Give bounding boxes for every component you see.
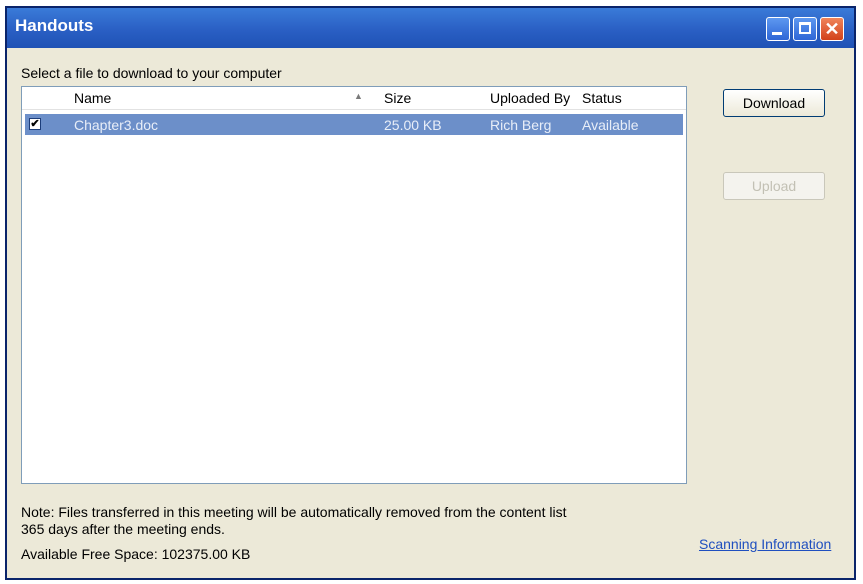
- handouts-window: Handouts ✕ Select a file to download to …: [5, 6, 856, 580]
- column-header-status[interactable]: Status: [582, 90, 622, 106]
- file-checkbox[interactable]: ✔: [29, 118, 41, 130]
- column-header-name[interactable]: Name: [74, 90, 111, 106]
- file-size: 25.00 KB: [384, 117, 442, 133]
- download-button[interactable]: Download: [723, 89, 825, 117]
- close-button[interactable]: ✕: [820, 17, 844, 41]
- file-list[interactable]: Name ▲ Size Uploaded By Status ✔ Chapter…: [21, 86, 687, 484]
- file-uploaded-by: Rich Berg: [490, 117, 552, 133]
- close-icon: ✕: [824, 19, 840, 39]
- free-space-text: Available Free Space: 102375.00 KB: [21, 546, 251, 562]
- instruction-text: Select a file to download to your comput…: [21, 65, 282, 81]
- retention-note: Note: Files transferred in this meeting …: [21, 504, 567, 537]
- checkmark-icon: ✔: [30, 118, 40, 130]
- maximize-button[interactable]: [793, 17, 817, 41]
- column-header-size[interactable]: Size: [384, 90, 411, 106]
- title-bar[interactable]: Handouts ✕: [7, 8, 854, 48]
- column-header-uploaded-by[interactable]: Uploaded By: [490, 90, 570, 106]
- window-title: Handouts: [15, 16, 94, 35]
- file-status: Available: [582, 117, 639, 133]
- scanning-information-link[interactable]: Scanning Information: [699, 536, 831, 552]
- minimize-icon: [772, 32, 782, 35]
- list-header: Name ▲ Size Uploaded By Status: [22, 87, 686, 110]
- minimize-button[interactable]: [766, 17, 790, 41]
- maximize-icon: [799, 22, 811, 34]
- upload-button[interactable]: Upload: [723, 172, 825, 200]
- file-name: Chapter3.doc: [74, 117, 159, 133]
- file-row[interactable]: ✔ Chapter3.doc 25.00 KB Rich Berg Availa…: [25, 114, 683, 135]
- sort-ascending-icon: ▲: [354, 91, 363, 101]
